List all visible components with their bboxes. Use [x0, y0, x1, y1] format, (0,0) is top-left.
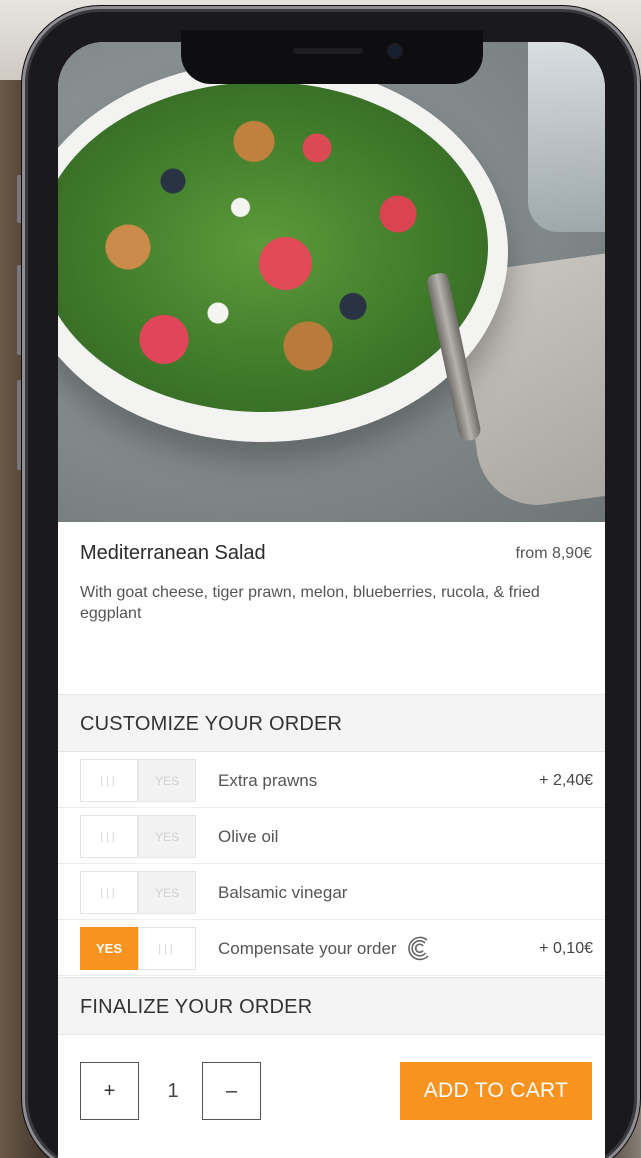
option-row-balsamic-vinegar: ||| YES Balsamic vinegar [58, 865, 605, 920]
customize-heading: CUSTOMIZE YOUR ORDER [58, 694, 605, 752]
dish-description: With goat cheese, tiger prawn, melon, bl… [80, 584, 540, 622]
toggle-yes-label: YES [138, 871, 196, 914]
dish-price: from 8,90€ [515, 545, 592, 562]
speaker-grille [293, 48, 363, 54]
toggle-grip-icon: ||| [138, 927, 196, 970]
dish-title: Mediterranean Salad [80, 542, 266, 564]
dish-photo [58, 42, 605, 522]
extra-prawns-toggle[interactable]: ||| YES [80, 759, 197, 802]
quantity-increase-button[interactable]: + [80, 1062, 139, 1120]
phone-screen: Mediterranean Salad from 8,90€ With goat… [58, 42, 605, 1158]
balsamic-vinegar-toggle[interactable]: ||| YES [80, 871, 197, 914]
olive-oil-toggle[interactable]: ||| YES [80, 815, 197, 858]
option-row-olive-oil: ||| YES Olive oil [58, 809, 605, 864]
add-to-cart-button[interactable]: ADD TO CART [400, 1062, 592, 1120]
finalize-heading: FINALIZE YOUR ORDER [58, 977, 605, 1035]
toggle-grip-icon: ||| [80, 871, 138, 914]
quantity-value: 1 [167, 1080, 179, 1102]
option-price: + 0,10€ [539, 940, 593, 957]
option-row-compensate: YES ||| Compensate your order + 0,10€ [58, 921, 605, 976]
eco-leaf-icon[interactable] [407, 935, 433, 961]
option-row-extra-prawns: ||| YES Extra prawns + 2,40€ [58, 753, 605, 808]
phone-notch [181, 30, 483, 84]
toggle-grip-icon: ||| [80, 815, 138, 858]
title-row: Mediterranean Salad from 8,90€ [80, 542, 592, 570]
glass-decoration [528, 42, 605, 232]
toggle-yes-label: YES [138, 815, 196, 858]
compensate-toggle[interactable]: YES ||| [80, 927, 197, 970]
toggle-yes-label: YES [138, 759, 196, 802]
toggle-yes-label: YES [80, 927, 138, 970]
option-label: Extra prawns [218, 771, 318, 790]
quantity-decrease-button[interactable]: – [202, 1062, 261, 1120]
option-label-text: Compensate your order [218, 939, 397, 958]
toggle-grip-icon: ||| [80, 759, 138, 802]
option-label: Olive oil [218, 827, 279, 846]
salad-contents [58, 82, 488, 412]
front-camera [389, 45, 401, 57]
option-label: Compensate your order [218, 921, 433, 976]
product-details: Mediterranean Salad from 8,90€ With goat… [58, 522, 605, 1158]
option-price: + 2,40€ [539, 772, 593, 789]
option-label: Balsamic vinegar [218, 883, 348, 902]
